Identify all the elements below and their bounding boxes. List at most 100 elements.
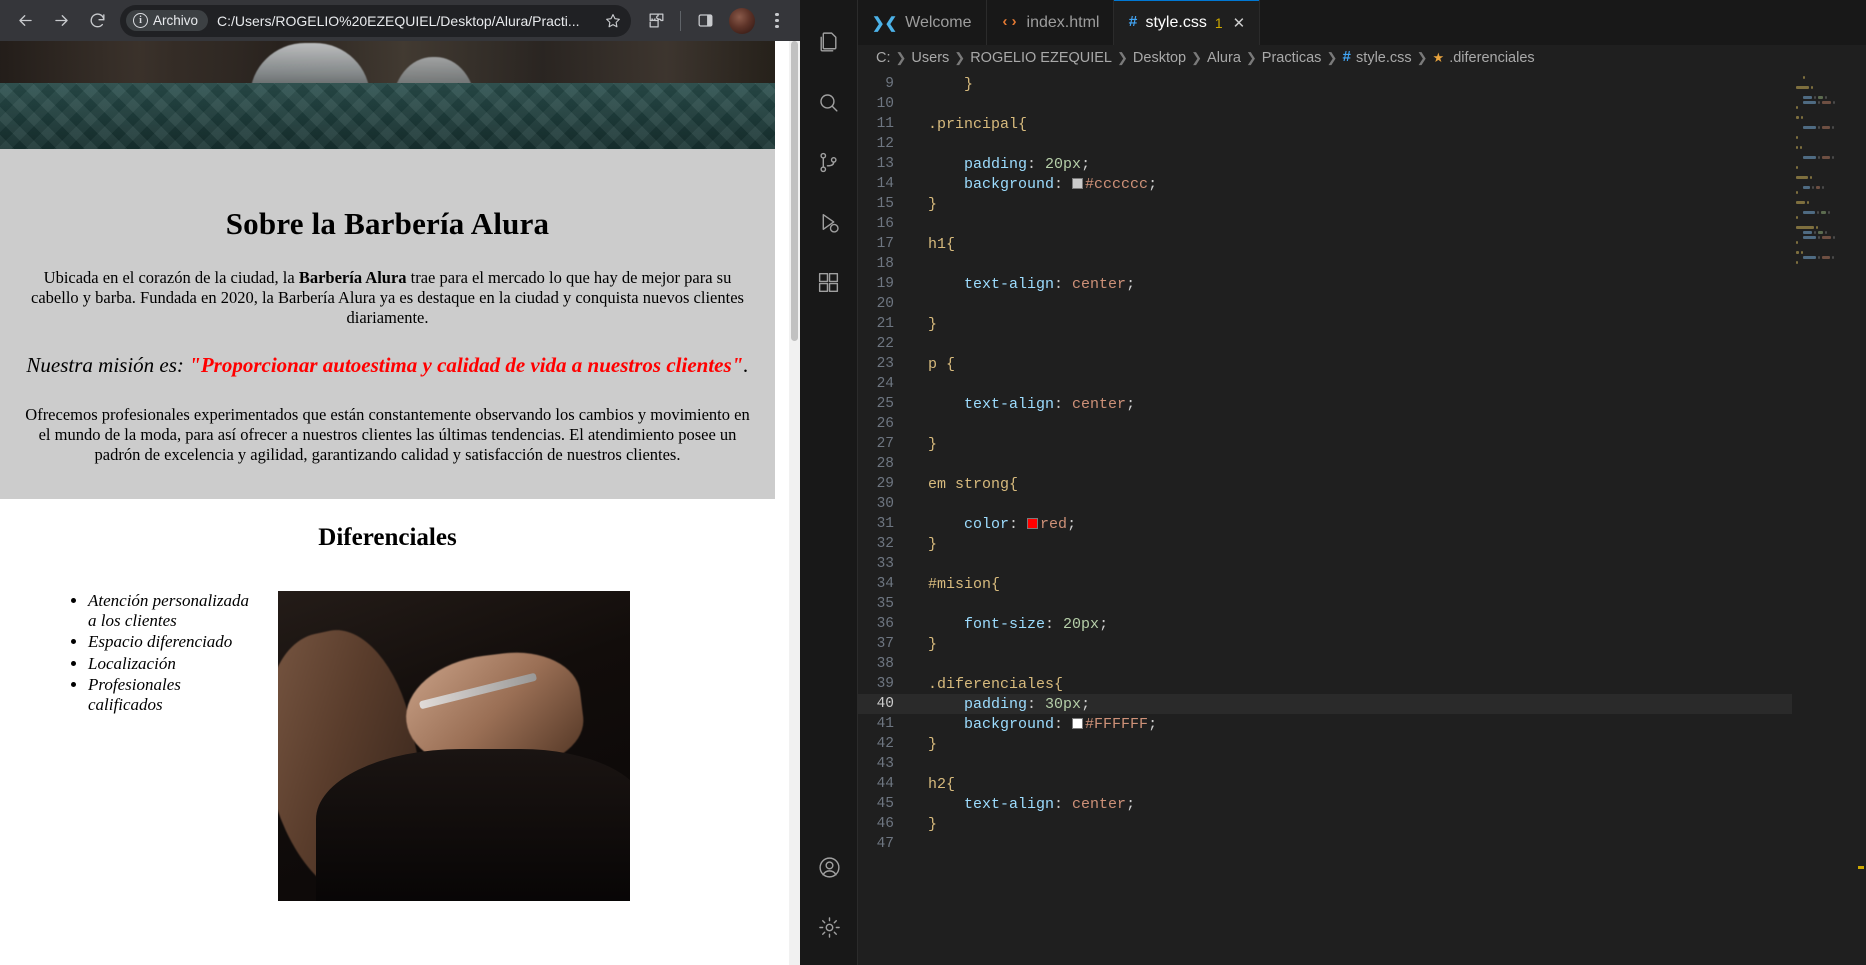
code-line[interactable]: 40 padding: 30px; bbox=[858, 694, 1792, 714]
code-line[interactable]: 38 bbox=[858, 654, 1792, 674]
code-token: : bbox=[1054, 795, 1073, 813]
code-line[interactable]: 29 em strong{ bbox=[858, 474, 1792, 494]
side-panel-icon[interactable] bbox=[688, 4, 722, 38]
code-token: : bbox=[1054, 715, 1073, 733]
code-line[interactable]: 16 bbox=[858, 214, 1792, 234]
diferenciales-body: Atención personalizada a los clientes Es… bbox=[30, 529, 745, 902]
minimap-line bbox=[1796, 251, 1858, 254]
code-line[interactable]: 42} bbox=[858, 734, 1792, 754]
offer-paragraph: Ofrecemos profesionales experimentados q… bbox=[25, 404, 750, 465]
tab-style-css[interactable]: # style.css 1 ✕ bbox=[1114, 0, 1261, 45]
code-line[interactable]: 35 bbox=[858, 594, 1792, 614]
address-bar-input[interactable]: C:/Users/ROGELIO%20EZEQUIEL/Desktop/Alur… bbox=[217, 13, 599, 29]
three-dot-menu-icon[interactable] bbox=[762, 4, 792, 38]
code-line[interactable]: 43 bbox=[858, 754, 1792, 774]
line-number: 34 bbox=[876, 576, 894, 592]
code-line[interactable]: 19 text-align: center; bbox=[858, 274, 1792, 294]
code-line[interactable]: 28 bbox=[858, 454, 1792, 474]
code-line[interactable]: 27} bbox=[858, 434, 1792, 454]
code-line[interactable]: 37} bbox=[858, 634, 1792, 654]
close-icon[interactable]: ✕ bbox=[1233, 14, 1246, 32]
code-line[interactable]: 10 bbox=[858, 94, 1792, 114]
forward-button[interactable] bbox=[44, 4, 78, 38]
source-control-branch-icon[interactable] bbox=[800, 132, 858, 192]
breadcrumb-item-alura[interactable]: Alura bbox=[1207, 50, 1241, 66]
code-line[interactable]: 14 background: #cccccc; bbox=[858, 174, 1792, 194]
editor-scrollbar[interactable] bbox=[1856, 70, 1866, 965]
breadcrumb-item-user[interactable]: ROGELIO EZEQUIEL bbox=[970, 50, 1112, 66]
code-line[interactable]: 47 bbox=[858, 834, 1792, 854]
file-scheme-chip[interactable]: i Archivo bbox=[126, 10, 209, 31]
account-person-icon[interactable] bbox=[800, 837, 858, 897]
extensions-blocks-icon[interactable] bbox=[800, 252, 858, 312]
code-line[interactable]: 21} bbox=[858, 314, 1792, 334]
page-scrollbar[interactable] bbox=[789, 41, 800, 965]
tab-label: Welcome bbox=[905, 13, 972, 31]
problem-overview-mark[interactable] bbox=[1858, 866, 1864, 869]
code-line[interactable]: 11 .principal{ bbox=[858, 114, 1792, 134]
code-token: { bbox=[946, 235, 956, 253]
code-line[interactable]: 46} bbox=[858, 814, 1792, 834]
tab-index-html[interactable]: ‹› index.html bbox=[986, 0, 1115, 45]
code-line[interactable]: 39 .diferenciales{ bbox=[858, 674, 1792, 694]
page-content: Sobre la Barbería Alura Ubicada en el co… bbox=[0, 41, 775, 932]
page-scrollbar-thumb[interactable] bbox=[791, 41, 798, 341]
breadcrumb-item-desktop[interactable]: Desktop bbox=[1133, 50, 1186, 66]
code-line[interactable]: 44 h2{ bbox=[858, 774, 1792, 794]
code-line[interactable]: 22 bbox=[858, 334, 1792, 354]
code-token: } bbox=[928, 635, 938, 653]
code-line[interactable]: 24 bbox=[858, 374, 1792, 394]
reload-button[interactable] bbox=[80, 4, 114, 38]
code-line[interactable]: 17 h1{ bbox=[858, 234, 1792, 254]
breadcrumb-item-c[interactable]: C: bbox=[876, 50, 891, 66]
code-text: .diferenciales{ bbox=[916, 676, 1063, 693]
files-explorer-icon[interactable] bbox=[800, 12, 858, 72]
bookmark-star-icon[interactable] bbox=[599, 7, 627, 35]
code-line[interactable]: 36 font-size: 20px; bbox=[858, 614, 1792, 634]
code-line[interactable]: 18 bbox=[858, 254, 1792, 274]
breadcrumb-item-users[interactable]: Users bbox=[911, 50, 949, 66]
breadcrumb-item-file[interactable]: style.css bbox=[1356, 50, 1412, 66]
chevron-right-icon: ❯ bbox=[1416, 49, 1428, 65]
code-line[interactable]: 9 } bbox=[858, 74, 1792, 94]
profile-avatar[interactable] bbox=[729, 7, 755, 34]
run-debug-play-icon[interactable] bbox=[800, 192, 858, 252]
code-line[interactable]: 26 bbox=[858, 414, 1792, 434]
code-editor[interactable]: 9 } 10 11 .principal{12 13 padding: 20px; 14 … bbox=[858, 70, 1866, 965]
puzzle-extension-icon[interactable] bbox=[639, 4, 673, 38]
code-line[interactable]: 23 p { bbox=[858, 354, 1792, 374]
tab-welcome[interactable]: ❯❮ Welcome bbox=[858, 0, 987, 45]
code-line[interactable]: 33 bbox=[858, 554, 1792, 574]
code-line[interactable]: 31 color: red; bbox=[858, 514, 1792, 534]
code-line[interactable]: 12 bbox=[858, 134, 1792, 154]
address-bar[interactable]: i Archivo C:/Users/ROGELIO%20EZEQUIEL/De… bbox=[120, 4, 631, 37]
code-line[interactable]: 32} bbox=[858, 534, 1792, 554]
line-number: 29 bbox=[876, 476, 894, 492]
code-line[interactable]: 20 bbox=[858, 294, 1792, 314]
code-line[interactable]: 41 background: #FFFFFF; bbox=[858, 714, 1792, 734]
breadcrumb-item-symbol[interactable]: .diferenciales bbox=[1449, 50, 1534, 66]
code-line[interactable]: 30 bbox=[858, 494, 1792, 514]
code-line[interactable]: 34 #mision{ bbox=[858, 574, 1792, 594]
line-number: 17 bbox=[876, 236, 894, 252]
code-line[interactable]: 15} bbox=[858, 194, 1792, 214]
code-line[interactable]: 13 padding: 20px; bbox=[858, 154, 1792, 174]
line-number: 24 bbox=[876, 376, 894, 392]
settings-gear-icon[interactable] bbox=[800, 897, 858, 957]
code-line[interactable]: 25 text-align: center; bbox=[858, 394, 1792, 414]
code-line[interactable]: 45 text-align: center; bbox=[858, 794, 1792, 814]
search-icon[interactable] bbox=[800, 72, 858, 132]
minimap-line bbox=[1796, 121, 1858, 124]
breadcrumb-item-practicas[interactable]: Practicas bbox=[1262, 50, 1322, 66]
back-button[interactable] bbox=[8, 4, 42, 38]
cape-shape bbox=[316, 749, 630, 902]
minimap[interactable] bbox=[1792, 70, 1866, 965]
code-lines[interactable]: 9 } 10 11 .principal{12 13 padding: 20px; 14 … bbox=[858, 70, 1792, 965]
minimap-line bbox=[1796, 161, 1858, 164]
code-token: red bbox=[1040, 515, 1068, 533]
css-selector-symbol-icon: ★ bbox=[1432, 49, 1445, 65]
